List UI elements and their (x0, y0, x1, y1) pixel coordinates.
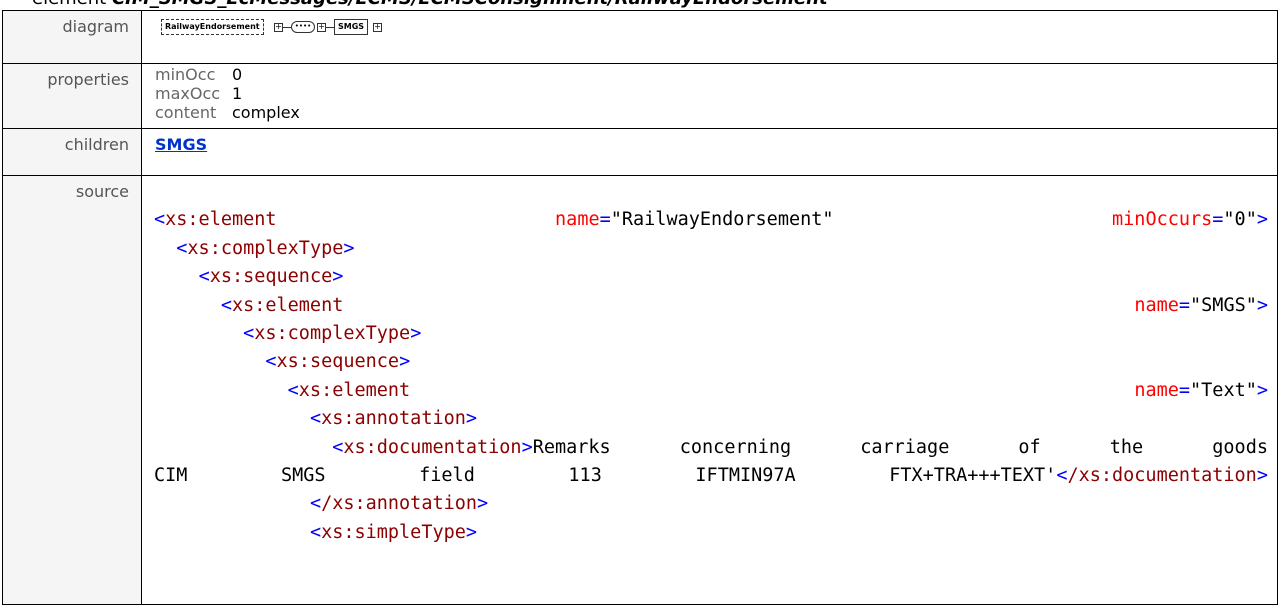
children-cell: SMGS (141, 128, 1278, 176)
children-label: children (2, 128, 142, 176)
property-value: 0 (232, 65, 243, 84)
code-line: <xs:simpleType> (309, 521, 478, 543)
code-line: <xs:complexType> (176, 237, 355, 259)
properties-row: properties minOcc 0 maxOcc 1 content com… (2, 63, 1278, 129)
source-row: source <xs:element name="RailwayEndorseme… (2, 174, 1278, 605)
property-value: 1 (232, 84, 243, 103)
property-key: maxOcc (155, 84, 221, 103)
property-key: content (155, 103, 217, 122)
children-row: children SMGS (2, 128, 1278, 176)
diagram-label: diagram (2, 10, 142, 64)
element-doc-table: diagram RailwayEndorsement + •••• + SMGS… (2, 10, 1278, 605)
expand-icon[interactable]: + (274, 23, 283, 32)
properties-grid: minOcc 0 maxOcc 1 content complex (155, 65, 1277, 122)
document-page: element CIM_SMGS_EcMessages/ECMS/ECMSCon… (0, 0, 1280, 605)
diagram-cell: RailwayEndorsement + •••• + SMGS + (141, 10, 1278, 64)
source-label: source (2, 174, 142, 605)
header-prefix: element (32, 0, 106, 9)
source-code: <xs:element name="RailwayEndorsement" minO… (154, 178, 1277, 604)
diagram-child-box[interactable]: SMGS (334, 19, 369, 35)
code-line: <xs:sequence> (198, 266, 344, 288)
code-line: </xs:annotation> (309, 493, 489, 515)
connector-line (283, 27, 291, 28)
expand-icon[interactable]: + (317, 23, 326, 32)
properties-cell: minOcc 0 maxOcc 1 content complex (141, 63, 1278, 129)
code-line: <xs:sequence> (265, 351, 411, 373)
sequence-icon: •••• (291, 21, 315, 33)
diagram-row: diagram RailwayEndorsement + •••• + SMGS… (2, 10, 1278, 64)
code-line: <xs:element name="Text"> (287, 379, 1268, 401)
element-header: element CIM_SMGS_EcMessages/ECMS/ECMSCon… (0, 0, 828, 10)
source-cell: <xs:element name="RailwayEndorsement" minO… (141, 174, 1278, 605)
property-key: minOcc (155, 65, 216, 84)
code-line: <xs:complexType> (243, 323, 422, 345)
properties-label: properties (2, 63, 142, 129)
header-element-path: CIM_SMGS_EcMessages/ECMS/ECMSConsignment… (112, 0, 828, 9)
child-link-smgs[interactable]: SMGS (155, 135, 207, 154)
diagram-element-box[interactable]: RailwayEndorsement (161, 19, 264, 35)
code-line: <xs:element name="RailwayEndorsement" minO… (154, 209, 1268, 231)
connector-line (326, 27, 334, 28)
schema-diagram: RailwayEndorsement + •••• + SMGS + (155, 19, 1277, 39)
property-value: complex (232, 103, 300, 122)
code-line: <xs:element name="SMGS"> (220, 294, 1268, 316)
code-line: CIM SMGS field 113 IFTMIN97A FTX+TRA+++TEXT'<… (154, 465, 1268, 487)
code-line: <xs:annotation> (309, 408, 478, 430)
code-line: <xs:documentation> Remarks concerning carri… (332, 436, 1268, 458)
expand-icon[interactable]: + (373, 23, 382, 32)
